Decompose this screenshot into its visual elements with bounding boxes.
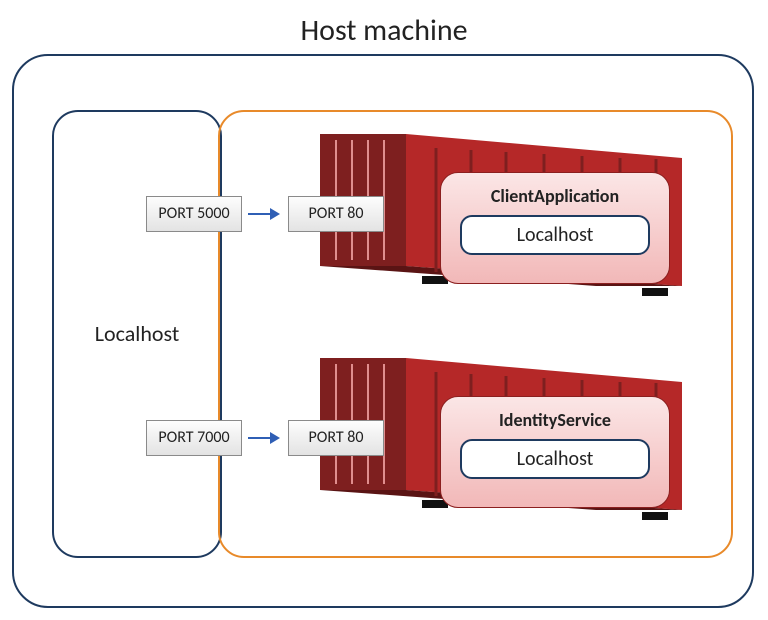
host-port-2: PORT 7000 — [146, 420, 242, 456]
page-title: Host machine — [0, 12, 768, 49]
host-port-1: PORT 5000 — [146, 196, 242, 232]
app-box-client-application: ClientApplication Localhost — [440, 172, 670, 284]
app-box-identity-service: IdentityService Localhost — [440, 396, 670, 508]
app-name-1: ClientApplication — [441, 185, 669, 207]
app-name-2: IdentityService — [441, 409, 669, 431]
app-localhost-2: Localhost — [460, 439, 650, 479]
container-port-2: PORT 80 — [288, 420, 384, 456]
host-localhost-label: Localhost — [52, 320, 222, 347]
port-mapping-arrow-icon — [248, 207, 282, 221]
app-localhost-1: Localhost — [460, 215, 650, 255]
port-mapping-arrow-icon — [248, 431, 282, 445]
container-port-1: PORT 80 — [288, 196, 384, 232]
